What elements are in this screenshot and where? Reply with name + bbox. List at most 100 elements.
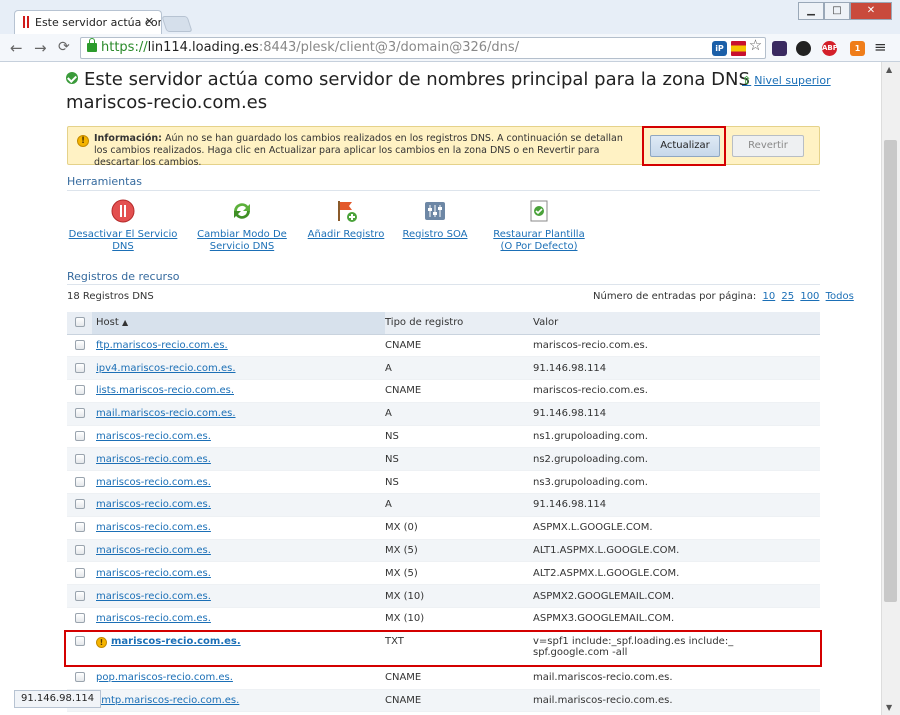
tab-bar: Este servidor actúa como ✕ ▁ □ ✕ xyxy=(0,0,900,34)
row-select-cell xyxy=(67,334,92,358)
column-value[interactable]: Valor xyxy=(533,312,820,335)
row-checkbox[interactable] xyxy=(74,476,85,487)
reload-icon[interactable]: ⟳ xyxy=(58,39,70,55)
soa-record-tool[interactable]: Registro SOA xyxy=(401,198,469,241)
row-checkbox[interactable] xyxy=(74,499,85,510)
tools-bar: Desactivar El Servicio DNS Cambiar Modo … xyxy=(67,198,627,258)
row-checkbox[interactable] xyxy=(74,362,85,373)
sort-asc-icon: ▲ xyxy=(121,318,129,328)
scroll-down-icon[interactable]: ▼ xyxy=(886,703,892,712)
host-cell: ipv4.mariscos-recio.com.es. xyxy=(92,356,385,381)
row-checkbox[interactable] xyxy=(74,385,85,396)
check-icon xyxy=(66,72,78,84)
host-link[interactable]: mariscos-recio.com.es. xyxy=(96,591,211,602)
adblock-icon[interactable]: ABP xyxy=(822,41,838,56)
row-checkbox[interactable] xyxy=(74,590,85,601)
row-checkbox[interactable] xyxy=(74,408,85,419)
row-checkbox[interactable] xyxy=(74,672,85,683)
url-protocol: https:// xyxy=(101,40,148,55)
extension-orange-icon[interactable]: 1 xyxy=(850,41,865,56)
column-host[interactable]: Host ▲ xyxy=(92,312,385,335)
host-cell: pop.mariscos-recio.com.es. xyxy=(92,666,385,690)
type-cell: MX (0) xyxy=(385,516,533,540)
up-arrow-icon: ⇧ xyxy=(742,74,752,87)
host-link[interactable]: mariscos-recio.com.es. xyxy=(96,568,211,579)
row-select-cell xyxy=(67,561,92,586)
table-row: smtp.mariscos-recio.com.es. CNAME mail.mar… xyxy=(67,689,820,713)
host-link[interactable]: mariscos-recio.com.es. xyxy=(96,499,211,510)
host-link[interactable]: mariscos-recio.com.es. xyxy=(96,545,211,556)
table-row: mariscos-recio.com.es. NS ns1.grupoloading… xyxy=(67,425,820,449)
host-link[interactable]: mariscos-recio.com.es. xyxy=(96,454,211,465)
new-tab-button[interactable] xyxy=(161,16,193,32)
per-page-25[interactable]: 25 xyxy=(781,291,794,302)
select-all-checkbox[interactable] xyxy=(74,317,85,328)
scroll-up-icon[interactable]: ▲ xyxy=(886,65,892,74)
table-row: mariscos-recio.com.es. MX (10) ASPMX2.GOOG… xyxy=(67,584,820,609)
update-button[interactable]: Actualizar xyxy=(650,135,720,157)
restore-template-tool[interactable]: Restaurar Plantilla (O Por Defecto) xyxy=(487,198,591,253)
host-link[interactable]: mariscos-recio.com.es. xyxy=(96,431,211,442)
menu-icon[interactable]: ≡ xyxy=(874,38,887,56)
scrollbar[interactable]: ▲ ▼ xyxy=(881,62,900,715)
row-checkbox[interactable] xyxy=(74,453,85,464)
add-record-tool[interactable]: Añadir Registro xyxy=(307,198,385,241)
row-checkbox[interactable] xyxy=(74,613,85,624)
row-checkbox[interactable] xyxy=(74,567,85,578)
host-link[interactable]: mariscos-recio.com.es. xyxy=(96,613,211,624)
table-row: mail.mariscos-recio.com.es. A 91.146.98.11… xyxy=(67,402,820,426)
scrollbar-thumb[interactable] xyxy=(884,140,897,602)
value-cell: mariscos-recio.com.es. xyxy=(533,379,820,403)
host-cell: mariscos-recio.com.es. xyxy=(92,516,385,540)
row-checkbox[interactable] xyxy=(74,339,85,350)
browser-tab[interactable]: Este servidor actúa como ✕ xyxy=(14,10,162,34)
extension-icon[interactable] xyxy=(772,41,787,56)
table-row: mariscos-recio.com.es. A 91.146.98.114 xyxy=(67,493,820,517)
host-link[interactable]: lists.mariscos-recio.com.es. xyxy=(96,385,234,396)
row-checkbox[interactable] xyxy=(74,431,85,442)
flag-add-icon xyxy=(338,201,357,222)
host-link[interactable]: mariscos-recio.com.es. xyxy=(96,522,211,533)
table-row: lists.mariscos-recio.com.es. CNAME marisco… xyxy=(67,379,820,403)
disable-dns-tool[interactable]: Desactivar El Servicio DNS xyxy=(67,198,179,253)
host-link[interactable]: mariscos-recio.com.es. xyxy=(96,477,211,488)
row-select-cell xyxy=(67,493,92,517)
row-select-cell xyxy=(67,584,92,609)
forward-arrow-icon[interactable]: → xyxy=(34,39,47,57)
minimize-icon[interactable]: ▁ xyxy=(798,2,824,20)
row-checkbox[interactable] xyxy=(74,522,85,533)
bookmark-star-icon[interactable]: ☆ xyxy=(748,38,763,53)
host-link[interactable]: pop.mariscos-recio.com.es. xyxy=(96,672,233,683)
table-row: ftp.mariscos-recio.com.es. CNAME mariscos-… xyxy=(67,334,820,358)
host-link[interactable]: smtp.mariscos-recio.com.es. xyxy=(96,695,239,706)
spain-flag-icon[interactable] xyxy=(731,41,746,56)
change-dns-mode-tool[interactable]: Cambiar Modo De Servicio DNS xyxy=(197,198,287,253)
host-cell: mariscos-recio.com.es. xyxy=(92,470,385,495)
maximize-icon[interactable]: □ xyxy=(824,2,850,20)
per-page-all[interactable]: Todos xyxy=(826,291,854,302)
value-cell: ALT1.ASPMX.L.GOOGLE.COM. xyxy=(533,539,820,563)
up-level-link[interactable]: ⇧ Nivel superior xyxy=(742,74,831,87)
browser-chrome: Este servidor actúa como ✕ ▁ □ ✕ ← → ⟳ h… xyxy=(0,0,900,62)
per-page-100[interactable]: 100 xyxy=(800,291,819,302)
ip-extension-icon[interactable]: iP xyxy=(712,41,727,56)
host-link[interactable]: ftp.mariscos-recio.com.es. xyxy=(96,340,228,351)
status-bar-url: 91.146.98.114 xyxy=(14,690,102,708)
host-cell: lists.mariscos-recio.com.es. xyxy=(92,379,385,403)
back-arrow-icon[interactable]: ← xyxy=(10,39,23,57)
extension-circle-icon[interactable] xyxy=(796,41,811,56)
host-link[interactable]: ipv4.mariscos-recio.com.es. xyxy=(96,363,236,374)
close-tab-icon[interactable]: ✕ xyxy=(145,15,154,28)
table-row: mariscos-recio.com.es. MX (5) ALT2.ASPMX.L… xyxy=(67,561,820,586)
type-cell: CNAME xyxy=(385,334,533,358)
window-controls: ▁ □ ✕ xyxy=(798,2,892,20)
host-link[interactable]: mail.mariscos-recio.com.es. xyxy=(96,408,236,419)
host-cell: smtp.mariscos-recio.com.es. xyxy=(92,689,385,713)
per-page-10[interactable]: 10 xyxy=(762,291,775,302)
address-bar[interactable]: https://lin114.loading.es:8443/plesk/cli… xyxy=(80,37,766,59)
table-header: Host ▲ Tipo de registro Valor xyxy=(67,312,820,335)
row-checkbox[interactable] xyxy=(74,545,85,556)
revert-button[interactable]: Revertir xyxy=(732,135,804,157)
column-type[interactable]: Tipo de registro xyxy=(385,312,533,335)
window-close-icon[interactable]: ✕ xyxy=(850,2,892,20)
